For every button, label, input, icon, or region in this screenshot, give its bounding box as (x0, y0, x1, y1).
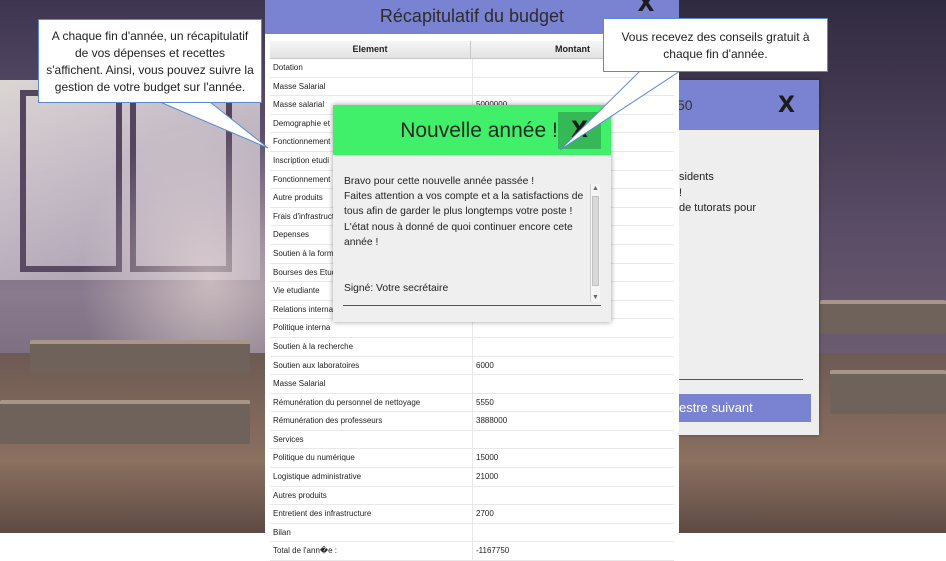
element-cell: Soutien aux laboratoires (270, 356, 473, 375)
amount-cell: 15000 (476, 453, 499, 463)
amount-cell: 2700 (476, 509, 494, 519)
divider (343, 305, 601, 306)
background-dialog-text: sidents (679, 171, 714, 183)
desk (30, 340, 250, 374)
element-cell: Autres produits (270, 486, 473, 505)
background-dialog-text: de tutorats pour (679, 202, 757, 214)
budget-summary-close-icon[interactable]: X (633, 0, 659, 18)
desk (820, 300, 946, 334)
message-line: L'état nous à donné de quoi continuer en… (344, 221, 573, 248)
amount-cell: 21000 (476, 472, 499, 482)
table-row[interactable]: Services (270, 430, 674, 450)
element-cell: Dotation (270, 59, 473, 77)
element-cell: Rémunération du personnel de nettoyage (270, 393, 473, 412)
background-dialog-header: 50 X (657, 80, 819, 130)
amount-cell (473, 431, 674, 449)
element-cell: Logistique administrative (270, 468, 473, 486)
desk (0, 400, 250, 444)
table-row[interactable]: Politique du numérique 15000 (270, 449, 674, 469)
element-cell: Politique du numérique (270, 449, 473, 468)
new-year-close-button[interactable]: X (558, 112, 601, 149)
amount-cell (473, 487, 674, 505)
divider (677, 379, 803, 380)
message-signature: Signé: Votre secrétaire (344, 283, 449, 294)
element-cell: Rémunération des professeurs (270, 412, 473, 430)
amount-cell: -1167750 (476, 546, 510, 556)
message-line: Faites attention a vos compte et a la sa… (344, 191, 584, 218)
table-row[interactable]: Soutien aux laboratoires 6000 (270, 356, 674, 376)
amount-cell (473, 375, 674, 393)
background-dialog-title: 50 (677, 97, 693, 113)
message-line: Bravo pour cette nouvelle année passée ! (344, 176, 535, 187)
new-year-dialog-body: Bravo pour cette nouvelle année passée !… (333, 155, 611, 322)
scroll-up-icon[interactable]: ▲ (591, 184, 600, 193)
amount-cell: 6000 (476, 360, 494, 370)
table-row[interactable]: Rémunération du personnel de nettoyage 55… (270, 393, 674, 413)
new-year-dialog-header: Nouvelle année ! X (333, 105, 611, 155)
table-row[interactable]: Total de l'ann�e : -1167750 (270, 542, 674, 561)
element-cell: Soutien à la recherche (270, 337, 473, 356)
tutorial-callout-advice: Vous recevez des conseils gratuit à chaq… (603, 18, 828, 72)
message-scrollbar[interactable]: ▲ ▼ (590, 184, 600, 302)
table-row[interactable]: Entretient des infrastructure 2700 (270, 505, 674, 524)
amount-cell (473, 338, 674, 356)
background-dialog: 50 X sidents ! de tutorats pour estre su… (657, 80, 819, 435)
secretary-message: Bravo pour cette nouvelle année passée !… (344, 174, 584, 250)
element-cell: Total de l'ann�e : (270, 542, 473, 561)
amount-cell: 3888000 (476, 416, 508, 426)
table-row[interactable]: Masse Salarial (270, 375, 674, 394)
background-dialog-close-icon[interactable]: X (778, 93, 795, 118)
element-cell: Masse Salarial (270, 375, 473, 393)
table-row[interactable]: Logistique administrative 21000 (270, 468, 674, 487)
table-row[interactable]: Rémunération des professeurs 3888000 (270, 412, 674, 431)
element-cell: Services (270, 430, 473, 449)
table-row[interactable]: Politique interna (270, 319, 674, 338)
element-cell: Masse Salarial (270, 77, 473, 96)
table-row[interactable]: Autres produits (270, 486, 674, 506)
table-row[interactable]: Masse Salarial (270, 77, 674, 97)
amount-cell: 5550 (476, 397, 494, 407)
column-header-element[interactable]: Element (270, 41, 471, 58)
desk (830, 370, 946, 414)
budget-summary-title: Récapitulatif du budget (379, 6, 565, 26)
new-year-dialog: Nouvelle année ! X Bravo pour cette nouv… (333, 105, 611, 322)
element-cell: Entretient des infrastructure (270, 505, 473, 523)
tutorial-callout-budget: A chaque fin d'année, un récapitulatif d… (38, 19, 262, 103)
scroll-down-icon[interactable]: ▼ (591, 293, 600, 302)
background-dialog-text: ! (679, 187, 683, 199)
scrollbar-thumb[interactable] (592, 196, 599, 286)
next-semester-button[interactable]: estre suivant (677, 394, 811, 422)
table-row[interactable]: Bilan (270, 523, 674, 543)
table-row[interactable]: Soutien à la recherche (270, 337, 674, 357)
amount-cell (473, 78, 674, 96)
